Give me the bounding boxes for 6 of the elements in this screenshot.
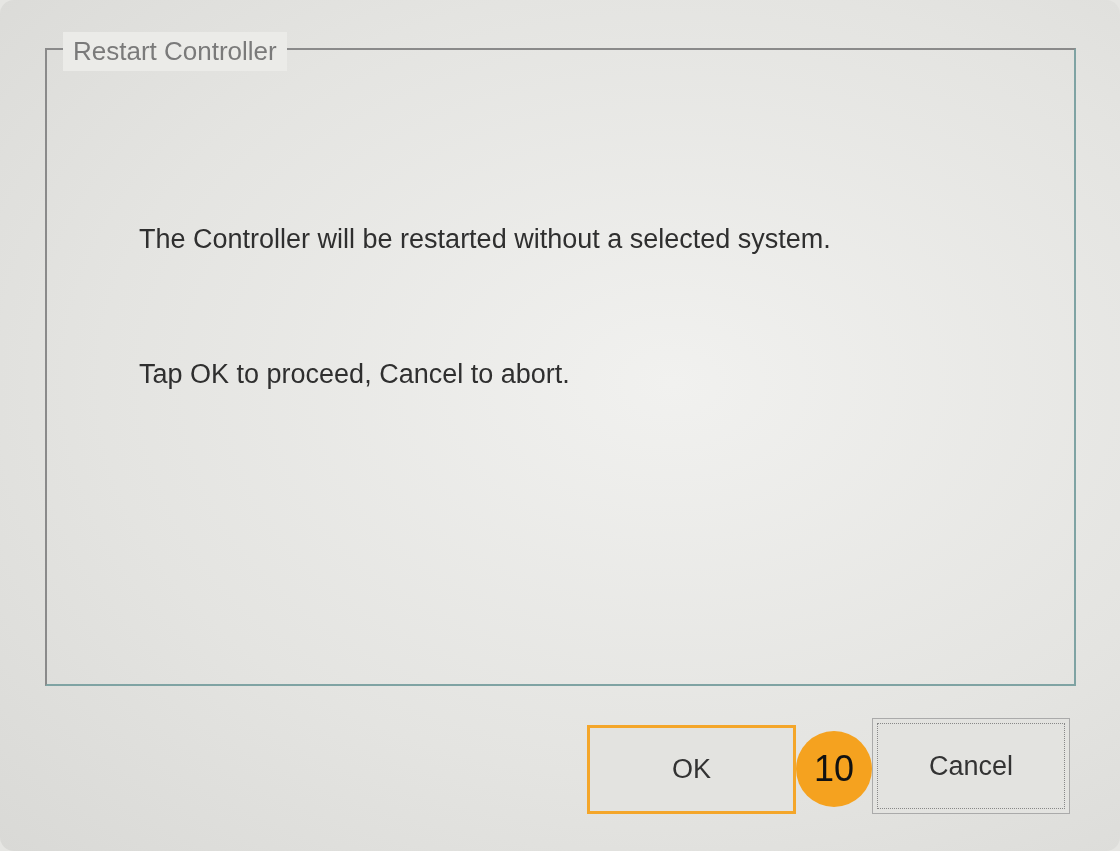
ok-button[interactable]: OK <box>587 724 796 814</box>
message-text: Tap OK to proceed, Cancel to abort. <box>139 358 571 391</box>
group-title: Restart Controller <box>63 32 287 71</box>
step-number: 10 <box>796 731 872 807</box>
cancel-button[interactable]: Cancel <box>872 718 1070 814</box>
message-text: The Controller will be restarted without a selected system. <box>139 223 832 256</box>
